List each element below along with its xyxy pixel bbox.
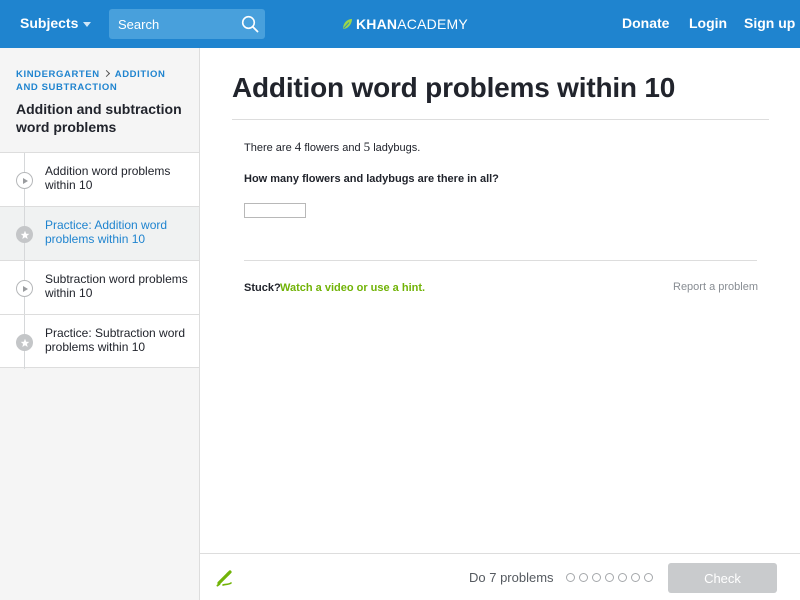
question-suffix: ladybugs. bbox=[373, 142, 421, 154]
lesson-label: Practice: Addition word problems within … bbox=[45, 218, 168, 246]
answer-input[interactable] bbox=[244, 203, 306, 218]
lesson-label: Addition word problems within 10 bbox=[45, 164, 171, 192]
search-input[interactable] bbox=[109, 9, 234, 39]
flowers-count: 4 bbox=[294, 139, 302, 154]
breadcrumb-kindergarten[interactable]: KINDERGARTEN bbox=[16, 69, 100, 80]
progress-dot bbox=[605, 573, 614, 582]
stuck-label: Stuck? bbox=[244, 282, 281, 294]
play-icon bbox=[16, 172, 33, 189]
star-icon bbox=[16, 226, 33, 243]
title-divider bbox=[232, 119, 769, 120]
unit-title[interactable]: Addition and subtraction word problems bbox=[16, 100, 191, 136]
play-icon bbox=[16, 280, 33, 297]
ladybugs-count: 5 bbox=[363, 139, 371, 154]
lesson-item-subtraction-practice[interactable]: Practice: Subtraction word problems with… bbox=[0, 314, 199, 369]
logo-academy-text: ACADEMY bbox=[397, 16, 468, 32]
lesson-label: Practice: Subtraction word problems with… bbox=[45, 326, 186, 354]
hint-divider bbox=[244, 260, 757, 261]
progress-dot bbox=[644, 573, 653, 582]
search-icon[interactable] bbox=[241, 15, 259, 33]
leaf-logo-icon bbox=[343, 19, 352, 29]
caret-down-icon bbox=[83, 21, 92, 27]
lesson-sidebar: KINDERGARTEN ADDITION AND SUBTRACTION Add… bbox=[0, 48, 200, 600]
subjects-menu[interactable]: Subjects bbox=[20, 15, 92, 31]
chevron-right-icon bbox=[102, 69, 110, 78]
top-navigation-bar: Subjects KHANACADEMY Donate Login Sign u… bbox=[0, 0, 800, 48]
question-prompt: How many flowers and ladybugs are there … bbox=[244, 173, 499, 185]
progress-dot bbox=[631, 573, 640, 582]
progress-dot bbox=[618, 573, 627, 582]
progress-dot bbox=[566, 573, 575, 582]
logo-khan-text: KHAN bbox=[356, 16, 398, 32]
question-middle: flowers and bbox=[304, 142, 361, 154]
problem-progress-dots bbox=[566, 573, 653, 582]
donate-link[interactable]: Donate bbox=[622, 15, 669, 31]
progress-dot bbox=[579, 573, 588, 582]
signup-link[interactable]: Sign up bbox=[744, 15, 795, 31]
star-icon bbox=[16, 334, 33, 351]
exercise-footer: Do 7 problems Check bbox=[200, 553, 800, 600]
task-count-label: Do 7 problems bbox=[469, 570, 554, 585]
question-text: There are 4 flowers and 5 ladybugs. bbox=[244, 139, 420, 155]
page-title: Addition word problems within 10 bbox=[232, 72, 676, 103]
hint-link[interactable]: Watch a video or use a hint. bbox=[280, 282, 425, 294]
lesson-label: Subtraction word problems within 10 bbox=[45, 272, 188, 300]
lesson-item-subtraction-video[interactable]: Subtraction word problems within 10 bbox=[0, 260, 199, 315]
lesson-item-addition-video[interactable]: Addition word problems within 10 bbox=[0, 152, 199, 207]
subjects-label: Subjects bbox=[20, 15, 79, 31]
lesson-list: Addition word problems within 10 Practic… bbox=[0, 152, 199, 369]
report-problem-link[interactable]: Report a problem bbox=[673, 281, 758, 293]
check-button[interactable]: Check bbox=[668, 563, 777, 593]
scratchpad-pencil-icon[interactable] bbox=[214, 568, 234, 588]
lesson-item-addition-practice[interactable]: Practice: Addition word problems within … bbox=[0, 206, 199, 261]
khan-academy-logo[interactable]: KHAN ACADEMY bbox=[342, 15, 468, 33]
search-box bbox=[109, 9, 265, 39]
progress-dot bbox=[592, 573, 601, 582]
login-link[interactable]: Login bbox=[689, 15, 727, 31]
question-prefix: There are bbox=[244, 142, 292, 154]
breadcrumb: KINDERGARTEN ADDITION AND SUBTRACTION bbox=[16, 68, 186, 94]
